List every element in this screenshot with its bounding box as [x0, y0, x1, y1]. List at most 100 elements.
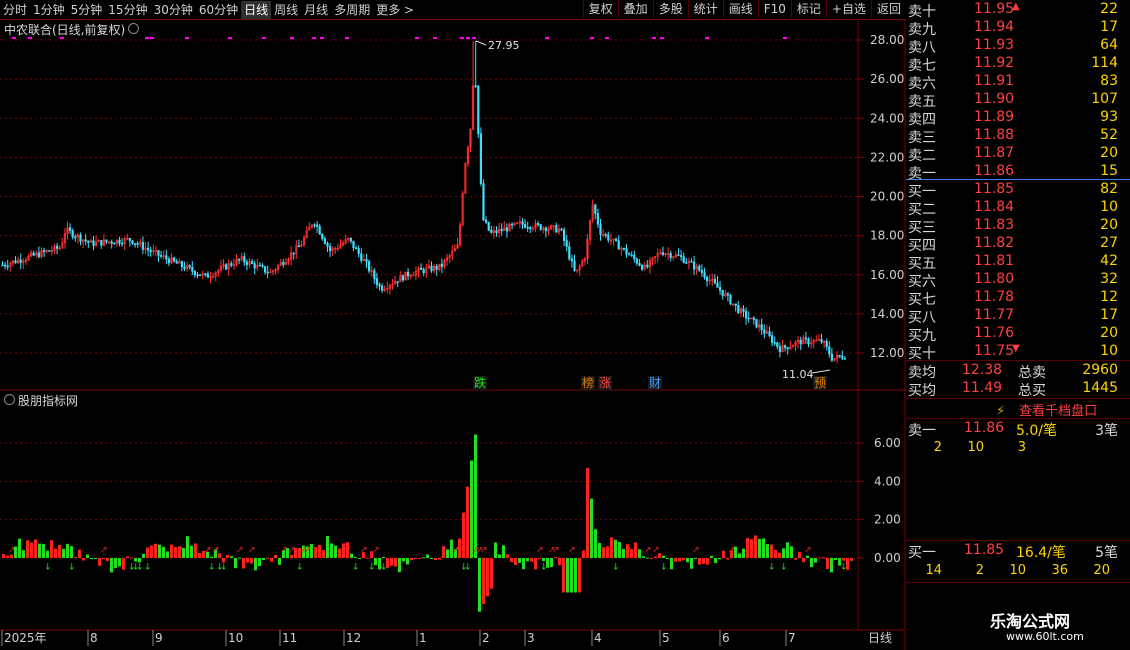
candle-body: [149, 249, 152, 253]
view-depth-link[interactable]: ⚡ 查看千档盘口: [996, 400, 1097, 419]
candle-body: [604, 234, 607, 236]
order-volume: 17: [1100, 19, 1118, 35]
ask-row[interactable]: 卖三 11.88 52: [906, 127, 1122, 146]
candle-body: [321, 233, 324, 239]
main-y-tick-label: 16.00: [870, 268, 904, 282]
candle-body: [682, 256, 685, 263]
indicator-bar: [574, 558, 577, 593]
candle-body: [614, 238, 618, 241]
indicator-bar: [826, 558, 829, 569]
indicator-bar: [782, 548, 785, 558]
ask-row[interactable]: 卖九 11.94 17: [906, 19, 1122, 38]
candle-body: [199, 274, 202, 277]
candle-body: [55, 245, 59, 249]
indicator-bar: [578, 558, 581, 593]
sell-signal-arrow: ↓: [780, 563, 788, 573]
sell-signal-arrow: ↓: [68, 563, 76, 573]
candle-body: [42, 250, 46, 252]
candle-body: [4, 264, 7, 267]
ask-row[interactable]: 卖六 11.91 83: [906, 73, 1122, 92]
bid-row[interactable]: 买八 11.77 17: [906, 307, 1122, 326]
candle-body: [131, 240, 134, 244]
level1-queue-ask1[interactable]: 卖一 11.86 5.0/笔 3笔: [906, 420, 1122, 439]
order-volume: 10: [1100, 343, 1118, 359]
candle-body: [487, 221, 490, 231]
indicator-bar: [126, 556, 129, 558]
order-volume: 114: [1091, 55, 1118, 71]
candle-body: [1, 264, 4, 267]
x-axis-period-label: 日线: [868, 631, 892, 645]
kline-chart-area[interactable]: 28.0026.0024.0022.0020.0018.0016.0014.00…: [0, 0, 906, 650]
bid-row[interactable]: 买六 11.80 32: [906, 271, 1122, 290]
main-y-tick-label: 22.00: [870, 150, 904, 164]
order-price: 11.95: [974, 1, 1015, 17]
ask-row[interactable]: 卖五 11.90 107: [906, 91, 1122, 110]
candle-body: [245, 261, 249, 265]
candle-body: [48, 250, 51, 252]
candle-body: [536, 223, 540, 225]
ask-row[interactable]: 卖四 11.89 93: [906, 109, 1122, 128]
chevron-down-icon[interactable]: [4, 394, 15, 405]
bid-row[interactable]: 买十 11.75 ▼ 10: [906, 343, 1122, 362]
order-volume: 12: [1100, 289, 1118, 305]
indicator-bar: [630, 549, 633, 558]
indicator-bar: [354, 557, 357, 559]
indicator-bar: [58, 544, 61, 558]
indicator-bar: [358, 558, 361, 559]
indicator-bar: [842, 558, 845, 561]
x-axis-label: 10: [228, 631, 243, 645]
indicator-bar: [534, 558, 537, 570]
indicator-bar: [30, 542, 33, 558]
candle-body: [703, 272, 706, 278]
candle-body: [625, 248, 628, 255]
ask-row[interactable]: 卖十 11.95 ▲ 22: [906, 1, 1122, 20]
indicator-bar: [586, 467, 589, 558]
bid-row[interactable]: 买五 11.81 42: [906, 253, 1122, 272]
indicator-bar: [86, 554, 89, 558]
signal-dot: [150, 37, 154, 39]
indicator-bar: [242, 558, 245, 569]
ask-row[interactable]: 卖八 11.93 64: [906, 37, 1122, 56]
candle-body: [263, 266, 267, 273]
ask-row[interactable]: 卖二 11.87 20: [906, 145, 1122, 164]
candle-body: [19, 259, 22, 263]
candle-body: [716, 282, 719, 288]
indicator-bar: [550, 558, 553, 568]
bid-row[interactable]: 买一 11.85 82: [906, 181, 1122, 200]
candle-body: [92, 240, 95, 246]
bid-row[interactable]: 买九 11.76 20: [906, 325, 1122, 344]
indicator-bar: [134, 558, 137, 562]
candle-body: [118, 239, 121, 244]
bid-row[interactable]: 买三 11.83 20: [906, 217, 1122, 236]
candle-body: [726, 293, 729, 296]
buy-signal-label: ↗: [552, 545, 560, 555]
summary-separator: [906, 398, 1130, 399]
indicator-bar: [82, 558, 85, 561]
candle-body: [526, 227, 529, 229]
indicator-bar: [546, 558, 549, 568]
x-axis-label: 4: [594, 631, 602, 645]
main-chart-title: 中农联合(日线,前复权): [4, 23, 126, 37]
indicator-bar: [614, 539, 617, 558]
price-direction-icon: ▼: [1012, 343, 1020, 354]
candle-body: [87, 240, 90, 243]
candle-body: [406, 271, 410, 277]
order-level-label: 买七: [908, 292, 936, 308]
indicator-bar: [462, 512, 465, 558]
sell-signal-arrow: ↓: [208, 563, 216, 573]
indicator-bar: [714, 558, 717, 564]
level1-queue-bid1[interactable]: 买一 11.85 16.4/笔 5笔: [906, 542, 1122, 561]
candle-body: [479, 133, 483, 184]
indicator-bar: [554, 557, 557, 559]
candle-body: [713, 279, 716, 284]
chevron-down-icon[interactable]: [128, 23, 139, 34]
bid-row[interactable]: 买二 11.84 10: [906, 199, 1122, 218]
sub-y-tick-label: 2.00: [874, 513, 901, 527]
signal-dot: [345, 37, 349, 39]
indicator-bar: [662, 555, 665, 558]
level1-label: 卖一: [908, 423, 936, 439]
ask-row[interactable]: 卖七 11.92 114: [906, 55, 1122, 74]
indicator-bar: [234, 558, 237, 569]
bid-row[interactable]: 买四 11.82 27: [906, 235, 1122, 254]
bid-row[interactable]: 买七 11.78 12: [906, 289, 1122, 308]
